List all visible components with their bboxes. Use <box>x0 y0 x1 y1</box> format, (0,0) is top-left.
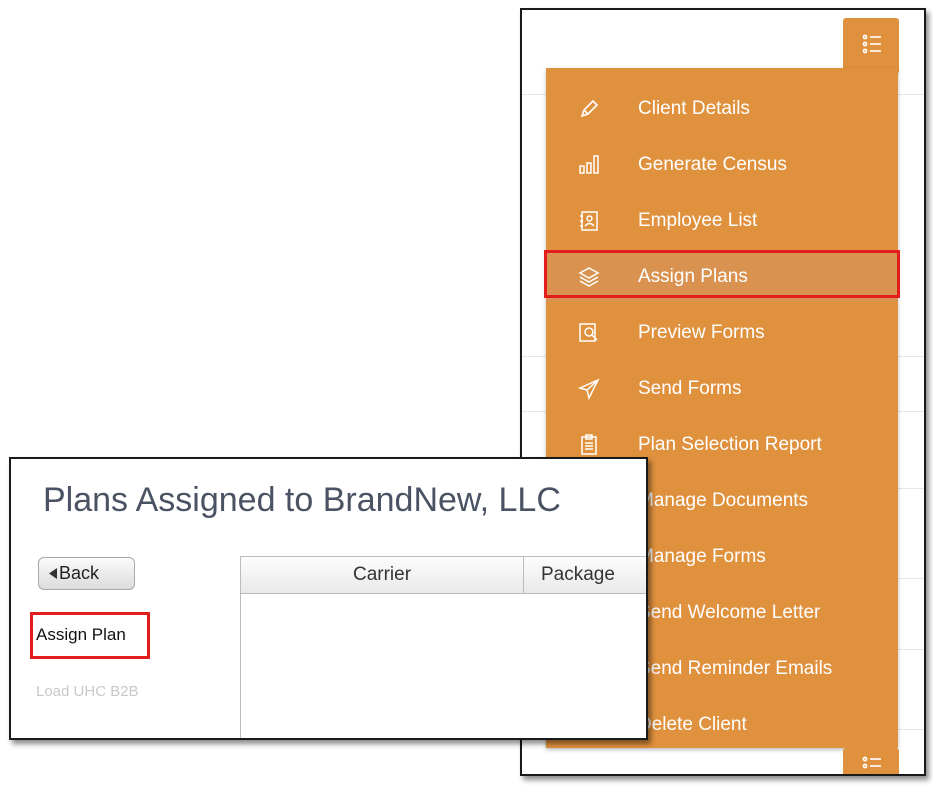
menu-item-preview-forms[interactable]: Preview Forms <box>546 308 898 358</box>
menu-toggle-button[interactable] <box>843 748 899 774</box>
menu-item-label: Client Details <box>638 98 750 119</box>
annotation-highlight-box <box>30 612 150 659</box>
menu-item-label: Manage Forms <box>638 546 766 567</box>
menu-item-label: Delete Client <box>638 714 747 735</box>
caret-left-icon <box>49 568 57 579</box>
back-button-label: Back <box>59 563 100 583</box>
bar-chart-icon <box>579 155 599 174</box>
menu-item-label: Employee List <box>638 210 758 231</box>
plans-assigned-panel: Plans Assigned to BrandNew, LLC Back Ass… <box>9 457 648 740</box>
menu-item-label: Manage Documents <box>638 490 809 511</box>
menu-item-label: Send Welcome Letter <box>638 602 821 623</box>
annotation-highlight-box <box>544 250 900 298</box>
list-icon <box>862 34 881 54</box>
menu-item-client-details[interactable]: Client Details <box>546 84 898 134</box>
menu-item-employee-list[interactable]: Employee List <box>546 196 898 246</box>
menu-item-label: Send Reminder Emails <box>638 658 833 679</box>
menu-item-label: Preview Forms <box>638 322 765 343</box>
menu-item-generate-census[interactable]: Generate Census <box>546 140 898 190</box>
menu-item-label: Plan Selection Report <box>638 434 822 455</box>
load-uhc-b2b-link[interactable]: Load UHC B2B <box>36 683 139 700</box>
contacts-book-icon <box>580 211 598 231</box>
menu-item-label: Send Forms <box>638 378 742 399</box>
table-header: Carrier Package <box>241 556 646 594</box>
back-button[interactable]: Back <box>38 557 135 590</box>
preview-icon <box>579 323 598 342</box>
column-header-package[interactable]: Package <box>524 557 646 593</box>
menu-toggle-button[interactable] <box>843 18 899 74</box>
clipboard-icon <box>581 434 597 455</box>
paper-plane-icon <box>578 378 600 400</box>
menu-item-label: Generate Census <box>638 154 787 175</box>
menu-item-send-forms[interactable]: Send Forms <box>546 364 898 414</box>
page-title: Plans Assigned to BrandNew, LLC <box>43 481 561 519</box>
list-icon <box>862 756 881 769</box>
plans-table: Carrier Package <box>240 556 646 738</box>
column-header-carrier[interactable]: Carrier <box>241 557 524 593</box>
pencil-icon <box>580 99 599 118</box>
menu-item-assign-plans[interactable]: Assign Plans <box>544 250 900 302</box>
